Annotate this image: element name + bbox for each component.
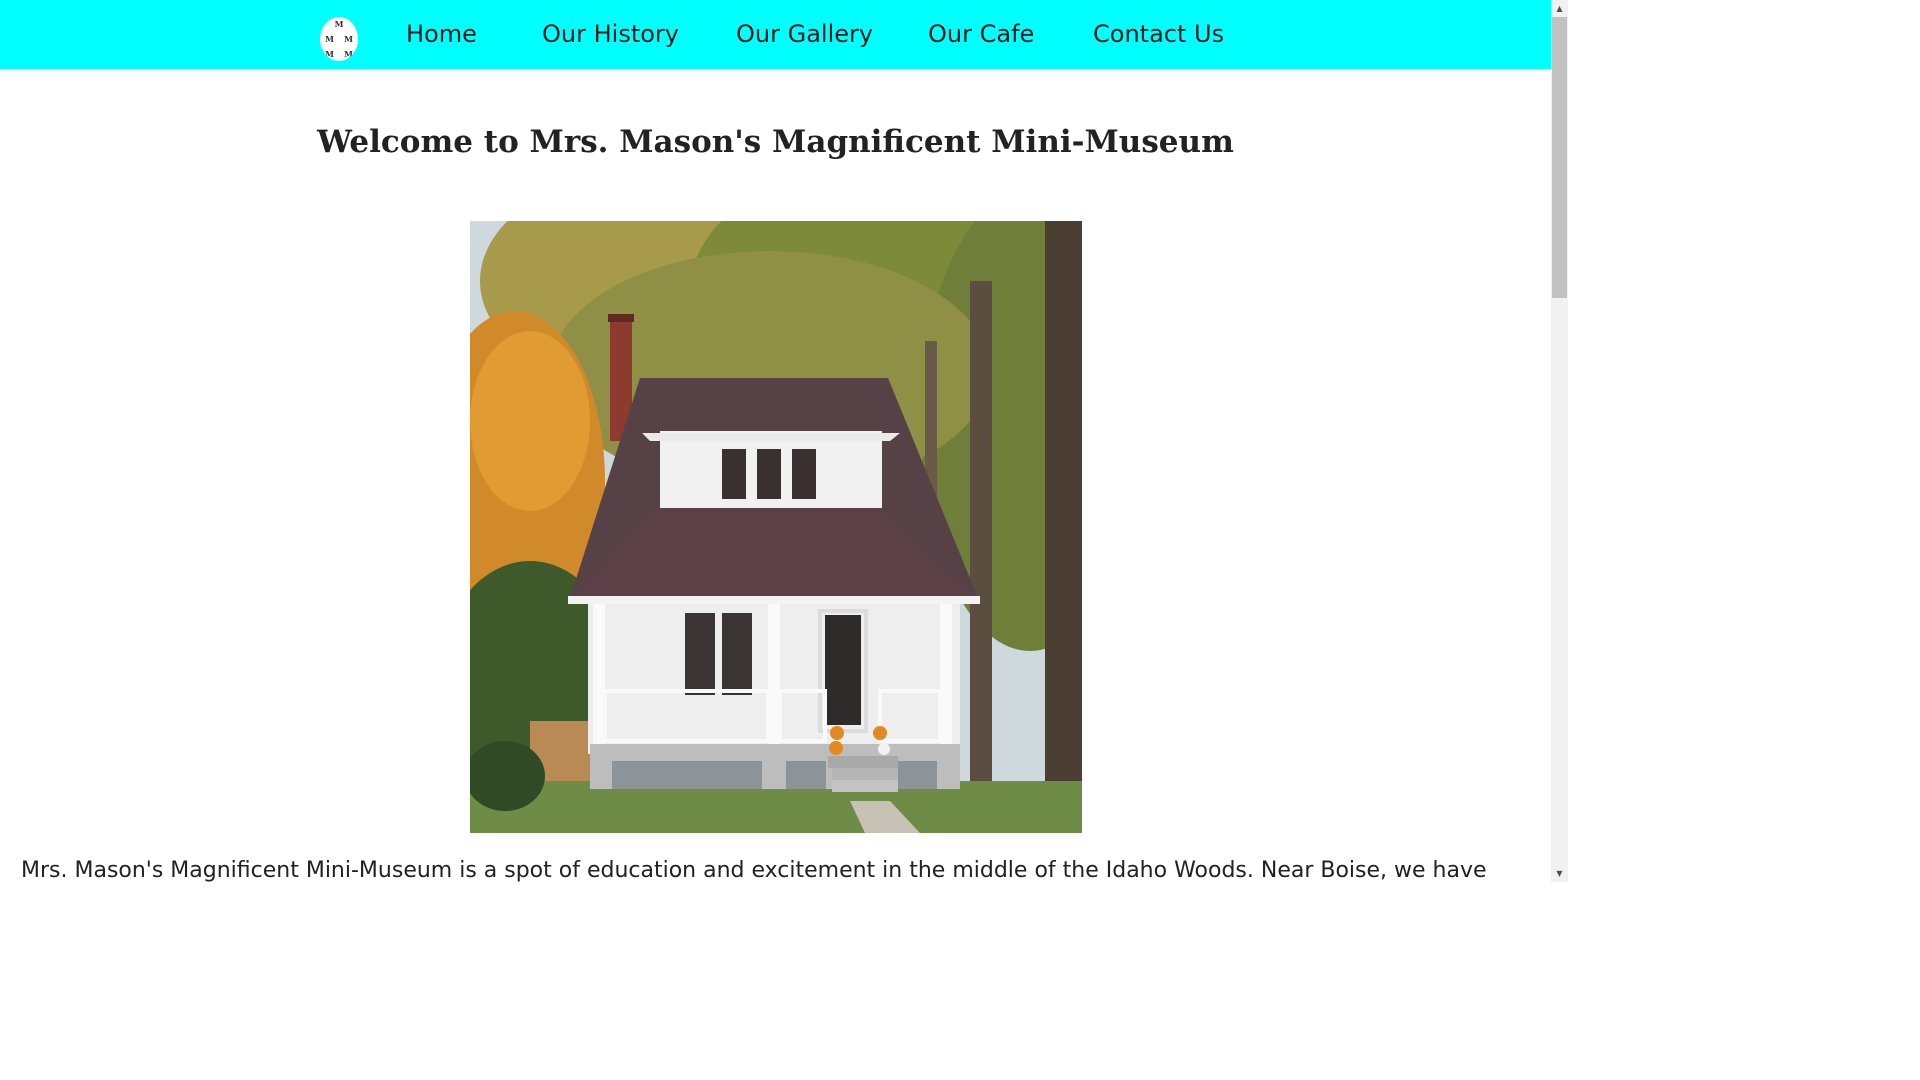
logo-letter: M bbox=[344, 33, 353, 44]
logo-letter: M bbox=[325, 33, 334, 44]
scrollbar-thumb[interactable] bbox=[1552, 17, 1567, 298]
top-navbar: M M M M M Home Our History Our Gallery O… bbox=[0, 0, 1551, 69]
intro-paragraph: Mrs. Mason's Magnificent Mini-Museum is … bbox=[21, 858, 1487, 882]
museum-logo[interactable]: M M M M M bbox=[320, 17, 358, 61]
page-title: Welcome to Mrs. Mason's Magnificent Mini… bbox=[317, 124, 1234, 160]
nav-link-contact-us[interactable]: Contact Us bbox=[1093, 20, 1224, 48]
nav-link-our-gallery[interactable]: Our Gallery bbox=[736, 20, 873, 48]
logo-letter: M bbox=[334, 19, 344, 30]
page: M M M M M Home Our History Our Gallery O… bbox=[0, 0, 1568, 882]
scroll-down-arrow-icon[interactable]: ▼ bbox=[1551, 865, 1568, 882]
nav-link-our-cafe[interactable]: Our Cafe bbox=[928, 20, 1034, 48]
logo-letter: M bbox=[325, 48, 334, 59]
vertical-scrollbar[interactable]: ▲ ▼ bbox=[1551, 0, 1568, 882]
nav-link-our-history[interactable]: Our History bbox=[542, 20, 679, 48]
logo-letter: M bbox=[344, 48, 353, 59]
scroll-up-arrow-icon[interactable]: ▲ bbox=[1551, 0, 1568, 17]
nav-link-home[interactable]: Home bbox=[406, 20, 477, 48]
house-photo bbox=[470, 221, 1082, 833]
